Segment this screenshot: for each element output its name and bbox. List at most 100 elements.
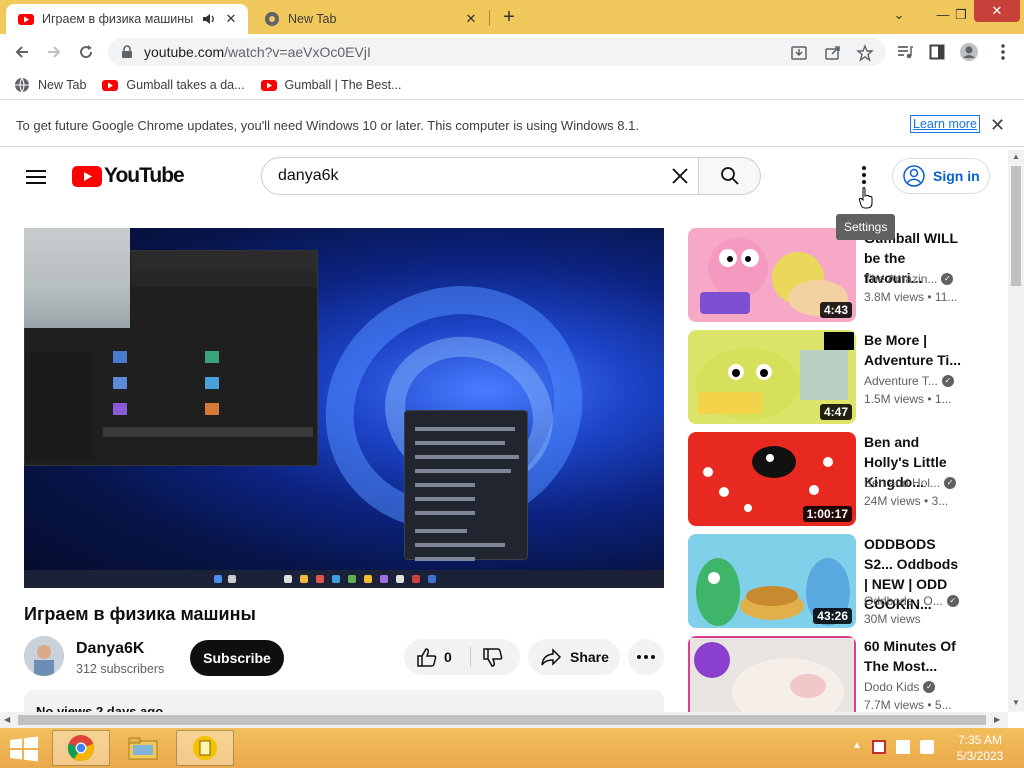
youtube-logo[interactable]: YouTube <box>72 164 185 188</box>
taskbar-chrome[interactable] <box>52 730 110 766</box>
audio-playing-icon[interactable] <box>202 12 216 26</box>
search-input[interactable]: danya6k <box>261 157 699 195</box>
vertical-scrollbar[interactable]: ▲ ▼ <box>1008 150 1024 712</box>
action-center-flag-icon[interactable] <box>871 740 886 754</box>
video-frame-jumplist <box>404 410 528 561</box>
install-app-icon[interactable] <box>790 44 808 62</box>
youtube-page: YouTube danya6k Sign in Играем в физика … <box>0 150 1008 712</box>
verified-badge-icon: ✓ <box>944 477 957 489</box>
upload-age: 3... <box>931 494 949 508</box>
scroll-down-arrow-icon[interactable]: ▼ <box>1012 698 1020 707</box>
bookmark-gumball-1[interactable]: Gumball takes a da... <box>102 77 245 93</box>
recommended-video[interactable]: 1:00:17 Ben and Holly's Little Kingdo...… <box>688 432 988 526</box>
settings-menu-icon[interactable] <box>856 166 872 188</box>
search-icon <box>720 167 739 185</box>
channel-line[interactable]: Adventure T... ✓ <box>864 374 954 388</box>
back-button[interactable] <box>8 40 36 64</box>
arrow-right-icon <box>48 46 61 58</box>
video-duration: 4:43 <box>819 302 852 318</box>
scrollbar-thumb[interactable] <box>18 715 986 725</box>
taskbar-app[interactable] <box>176 730 234 766</box>
channel-line[interactable]: Ben and Hol... ✓ <box>864 476 957 490</box>
video-thumbnail[interactable]: 4:43 <box>688 228 856 322</box>
clear-search-icon[interactable] <box>670 166 690 186</box>
description-box[interactable]: No views 2 days ago <box>24 690 664 712</box>
restore-button[interactable]: ❐ <box>944 4 978 26</box>
channel-name[interactable]: Danya6K <box>76 640 144 658</box>
channel-name: Adventure T... <box>864 374 938 388</box>
bookmark-label: New Tab <box>38 77 87 92</box>
infobar-message: To get future Google Chrome updates, you… <box>16 118 639 133</box>
like-count: 0 <box>444 649 452 665</box>
browser-toolbar: youtube.com/watch?v=aeVxOc0EVjI <box>0 34 1024 70</box>
learn-more-link[interactable]: Learn more <box>910 115 980 133</box>
channel-line[interactable]: Oddbods - O... ✓ <box>864 594 959 608</box>
subscriber-count: 312 subscribers <box>76 662 165 676</box>
youtube-play-logo-icon <box>72 165 102 187</box>
video-thumbnail[interactable]: 4:47 <box>688 330 856 424</box>
tab-new-tab[interactable]: New Tab ✕ <box>252 4 488 34</box>
bookmark-gumball-2[interactable]: Gumball | The Best... <box>260 77 402 93</box>
tab-search-chevron-icon[interactable]: ⌄ <box>882 4 916 26</box>
address-bar[interactable]: youtube.com/watch?v=aeVxOc0EVjI <box>108 38 886 66</box>
network-icon[interactable] <box>895 740 910 754</box>
video-thumbnail[interactable] <box>688 636 856 712</box>
scroll-right-arrow-icon[interactable]: ▶ <box>994 715 1000 724</box>
upload-age: 11... <box>934 290 958 304</box>
channel-line[interactable]: Dodo Kids ✓ <box>864 680 936 694</box>
guide-menu-icon[interactable] <box>26 170 46 184</box>
lock-icon[interactable] <box>120 45 134 59</box>
video-duration: 43:26 <box>813 608 852 624</box>
profile-button[interactable] <box>958 42 980 62</box>
view-line: 1.5M views • 1... <box>864 392 952 406</box>
dislike-thumb-icon[interactable] <box>482 648 504 668</box>
video-thumbnail[interactable]: 1:00:17 <box>688 432 856 526</box>
video-player[interactable] <box>24 228 664 588</box>
channel-line[interactable]: The Amazin... ✓ <box>864 272 954 286</box>
forward-button[interactable] <box>40 40 68 64</box>
subscribe-button[interactable]: Subscribe <box>190 640 284 676</box>
side-panel-button[interactable] <box>926 42 948 62</box>
recommended-video[interactable]: 4:43 Gumball WILL be the favouri... The … <box>688 228 988 322</box>
media-controls-button[interactable] <box>894 42 916 62</box>
share-page-icon[interactable] <box>824 44 842 62</box>
reload-button[interactable] <box>72 40 100 64</box>
bookmark-label: Gumball | The Best... <box>284 77 402 92</box>
recommended-video[interactable]: 43:26 ODDBODS S2... Oddbods | NEW | ODD … <box>688 534 988 628</box>
video-title[interactable]: Be More | Adventure Ti... <box>864 330 964 370</box>
channel-name: Dodo Kids <box>864 680 920 694</box>
tray-overflow-icon[interactable]: ▲ <box>852 740 862 754</box>
recommended-video[interactable]: 4:47 Be More | Adventure Ti... Adventure… <box>688 330 988 424</box>
taskbar-clock[interactable]: 7:35 AM 5/3/2023 <box>950 732 1010 764</box>
channel-avatar[interactable] <box>24 636 64 676</box>
close-tab-icon[interactable]: ✕ <box>462 10 480 28</box>
volume-icon[interactable] <box>919 740 934 754</box>
update-infobar: To get future Google Chrome updates, you… <box>0 103 1024 147</box>
video-title[interactable]: 60 Minutes Of The Most... <box>864 636 964 676</box>
verified-badge-icon: ✓ <box>941 375 954 387</box>
more-actions-button[interactable] <box>628 639 664 675</box>
recommended-video[interactable]: 60 Minutes Of The Most... Dodo Kids ✓ 7.7… <box>688 636 988 712</box>
windows-start-icon[interactable] <box>8 736 40 762</box>
infobar-close-icon[interactable]: ✕ <box>990 115 1005 136</box>
taskbar-file-explorer[interactable] <box>114 730 172 766</box>
tab-separator <box>489 10 490 26</box>
scrollbar-thumb[interactable] <box>1011 166 1021 286</box>
new-tab-button[interactable]: + <box>496 6 522 28</box>
chrome-menu-button[interactable] <box>992 42 1014 62</box>
close-tab-icon[interactable]: ✕ <box>222 10 240 28</box>
tab-youtube-video[interactable]: Играем в физика машины ✕ <box>6 4 248 34</box>
horizontal-scrollbar[interactable]: ◀ ▶ <box>0 712 1008 728</box>
scroll-left-arrow-icon[interactable]: ◀ <box>4 715 10 724</box>
upload-age: 1... <box>934 392 952 406</box>
bookmark-star-icon[interactable] <box>856 44 874 62</box>
scroll-up-arrow-icon[interactable]: ▲ <box>1012 152 1020 161</box>
window-close-button[interactable]: ✕ <box>974 0 1020 22</box>
sign-in-button[interactable]: Sign in <box>892 158 990 194</box>
share-button[interactable]: Share <box>528 639 620 675</box>
search-button[interactable] <box>699 157 761 195</box>
upload-age: 5... <box>934 698 952 712</box>
video-thumbnail[interactable]: 43:26 <box>688 534 856 628</box>
bookmark-new-tab[interactable]: New Tab <box>14 77 86 93</box>
like-thumb-icon[interactable] <box>416 647 438 667</box>
